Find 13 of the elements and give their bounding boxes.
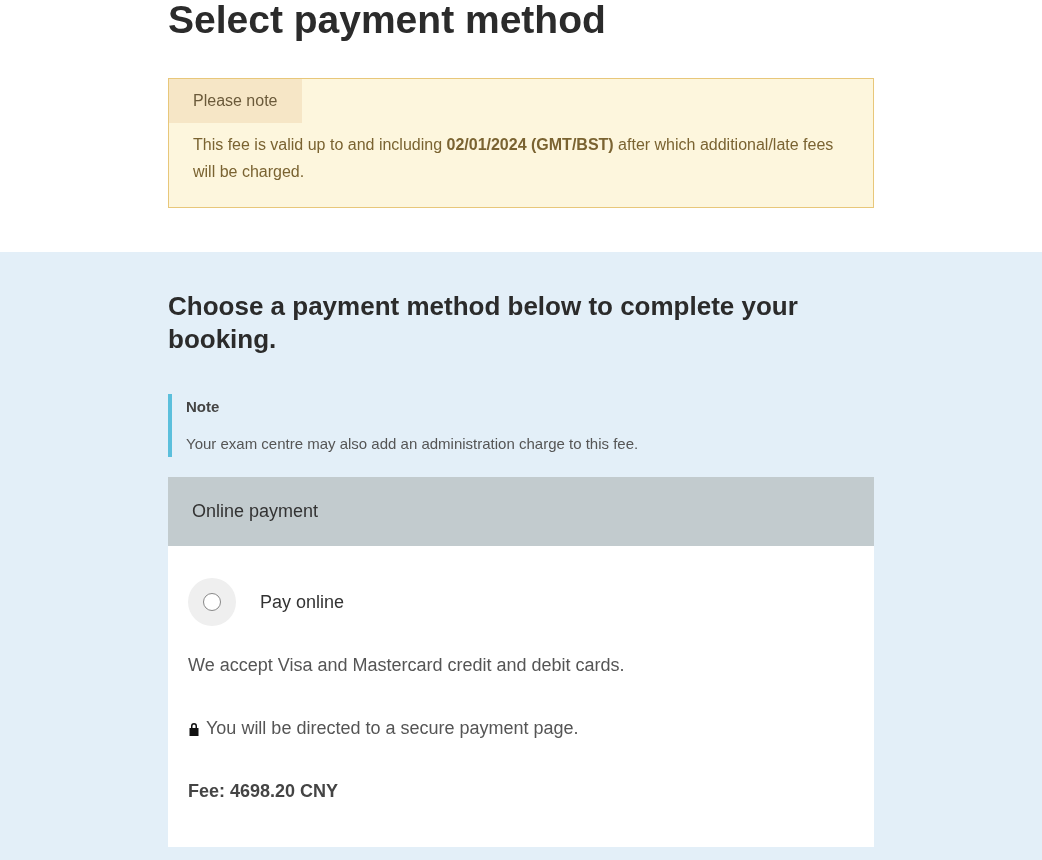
note-text: Your exam centre may also add an administration charge to this fee. (186, 433, 640, 454)
option-label: Pay online (260, 590, 345, 614)
accept-text: We accept Visa and Mastercard credit and debit cards. (188, 654, 626, 677)
fee-text: Fee: 4698.20 CNY (188, 780, 340, 803)
page-title: Select payment method (168, 0, 607, 40)
radio-button[interactable] (188, 578, 236, 626)
notice-label: Please note (169, 79, 302, 123)
lock-icon (188, 721, 200, 736)
secure-text: You will be directed to a secure payment page. (206, 717, 579, 740)
panel-header: Online payment (168, 477, 874, 546)
note-label: Note (186, 397, 221, 417)
notice-text: This fee is valid up to and including 02/01/2024 (GMT/BST) after which additional/late fees will be charged. (192, 135, 835, 182)
section-heading: Choose a payment method below to complete your booking. (168, 290, 799, 356)
